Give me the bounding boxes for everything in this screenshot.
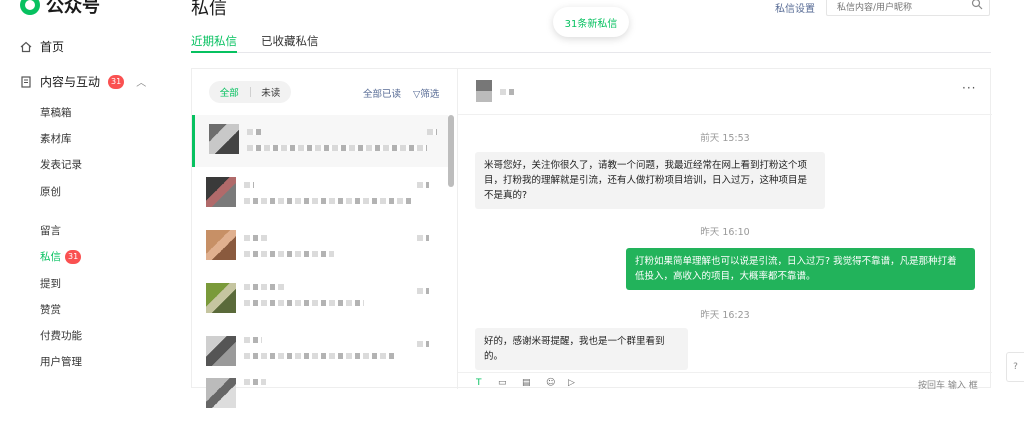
- messages-badge: 31: [65, 250, 82, 264]
- sidebar-item-mentions[interactable]: 提到: [40, 276, 61, 291]
- messages-panel: 全部 未读 全部已读 ▽筛选 ··· 前天 15:53 米哥您好，关注你很久了，…: [191, 68, 992, 408]
- conversation-item[interactable]: [192, 168, 448, 220]
- message-timestamp: 昨天 16:23: [700, 310, 750, 321]
- message-time: [427, 129, 437, 135]
- home-icon: [20, 41, 32, 52]
- conversation-item[interactable]: [192, 115, 448, 167]
- search-icon[interactable]: [971, 0, 983, 10]
- tab-starred[interactable]: 已收藏私信: [261, 33, 319, 53]
- chat-window: ··· 前天 15:53 米哥您好，关注你很久了，请教一个问题，我最近经常在网上…: [458, 69, 992, 392]
- conversation-item[interactable]: [192, 221, 448, 273]
- search-input[interactable]: [827, 0, 957, 18]
- incoming-message: 米哥您好，关注你很久了，请教一个问题，我最近经常在网上看到打粉这个项目，打粉我的…: [475, 152, 825, 209]
- message-composer: T ▭ ▤ ☺ ▷ 按回车 输入 框: [458, 372, 992, 392]
- contact-name: [244, 182, 254, 188]
- avatar: [209, 124, 239, 154]
- chat-header: ···: [458, 69, 992, 115]
- filter-unread[interactable]: 未读: [250, 85, 291, 99]
- nav-home[interactable]: 首页: [20, 38, 64, 55]
- logo-icon: [20, 0, 40, 15]
- outgoing-message: 打粉如果简单理解也可以说是引流，日入过万? 我觉得不靠谱，凡是那种打着低投入，高…: [626, 248, 975, 290]
- message-preview: [244, 300, 364, 306]
- sidebar-item-library[interactable]: 素材库: [40, 131, 72, 146]
- message-timestamp: 前天 15:53: [700, 133, 750, 144]
- message-preview: [244, 251, 334, 257]
- sidebar-item-paid[interactable]: 付费功能: [40, 328, 82, 343]
- mark-all-read-button[interactable]: 全部已读: [363, 86, 401, 100]
- composer-hint: 按回车 输入 框: [918, 381, 978, 391]
- message-time: [417, 235, 429, 241]
- contact-name: [244, 337, 262, 343]
- filter-button[interactable]: ▽筛选: [413, 86, 439, 100]
- message-time: [417, 182, 429, 188]
- content-badge: 31: [108, 74, 125, 89]
- avatar: [206, 378, 236, 408]
- help-icon: ?: [1013, 362, 1018, 372]
- brand-logo[interactable]: 公众号: [20, 0, 100, 18]
- emoji-icon[interactable]: ☺: [546, 378, 555, 388]
- sidebar-item-rewards[interactable]: 赞赏: [40, 302, 61, 317]
- avatar: [206, 336, 236, 366]
- video-icon[interactable]: ▷: [568, 378, 575, 388]
- conversation-item[interactable]: [192, 274, 448, 326]
- contact-name: [244, 379, 266, 385]
- chevron-up-icon[interactable]: ︿: [136, 74, 146, 89]
- sidebar: 公众号 首页 内容与互动 31 ︿ 草稿箱 素材库 发表记录 原创 留言 私信 3…: [0, 0, 160, 382]
- message-preview: [244, 198, 414, 204]
- contact-name: [244, 235, 268, 241]
- nav-content-label: 内容与互动: [40, 75, 101, 89]
- message-preview: [247, 145, 427, 151]
- message-preview: [244, 353, 394, 359]
- nav-content-group[interactable]: 内容与互动 31 ︿: [20, 73, 146, 90]
- search-box: [826, 0, 990, 18]
- message-settings-link[interactable]: 私信设置: [775, 0, 815, 15]
- contact-name: [247, 129, 261, 135]
- tab-bar: 近期私信 已收藏私信: [191, 33, 991, 53]
- conversation-list: 全部 未读 全部已读 ▽筛选: [192, 69, 458, 408]
- text-format-icon[interactable]: T: [476, 378, 482, 388]
- message-time: [417, 341, 429, 347]
- filter-all[interactable]: 全部: [209, 85, 250, 99]
- sidebar-item-drafts[interactable]: 草稿箱: [40, 105, 72, 120]
- message-timestamp: 昨天 16:10: [700, 227, 750, 238]
- sidebar-item-users[interactable]: 用户管理: [40, 354, 82, 369]
- sidebar-item-comments[interactable]: 留言: [40, 223, 61, 238]
- avatar: [206, 283, 236, 313]
- document-icon: [21, 75, 31, 88]
- article-icon[interactable]: ▤: [522, 378, 531, 388]
- read-filter: 全部 未读: [209, 81, 291, 103]
- nav-home-label: 首页: [40, 40, 65, 54]
- sidebar-item-published[interactable]: 发表记录: [40, 157, 82, 172]
- tab-recent[interactable]: 近期私信: [191, 33, 237, 53]
- chat-contact-name: [500, 89, 514, 95]
- contact-name: [244, 284, 284, 290]
- conversation-item[interactable]: [192, 369, 448, 421]
- help-button[interactable]: ?: [1006, 352, 1024, 382]
- incoming-message: 好的，感谢米哥提醒，我也是一个群里看到的。: [475, 328, 688, 370]
- image-icon[interactable]: ▭: [498, 378, 507, 388]
- sidebar-item-messages[interactable]: 私信 31: [40, 249, 82, 264]
- page-title: 私信: [191, 0, 227, 19]
- chat-avatar[interactable]: [476, 80, 492, 102]
- more-icon[interactable]: ···: [962, 81, 976, 95]
- sidebar-item-messages-label: 私信: [40, 251, 61, 263]
- brand-name: 公众号: [46, 0, 100, 17]
- list-scrollbar[interactable]: [448, 115, 454, 187]
- avatar: [206, 177, 236, 207]
- message-time: [417, 288, 429, 294]
- filter-button-label: 筛选: [420, 89, 440, 100]
- sidebar-item-original[interactable]: 原创: [40, 184, 61, 199]
- avatar: [206, 230, 236, 260]
